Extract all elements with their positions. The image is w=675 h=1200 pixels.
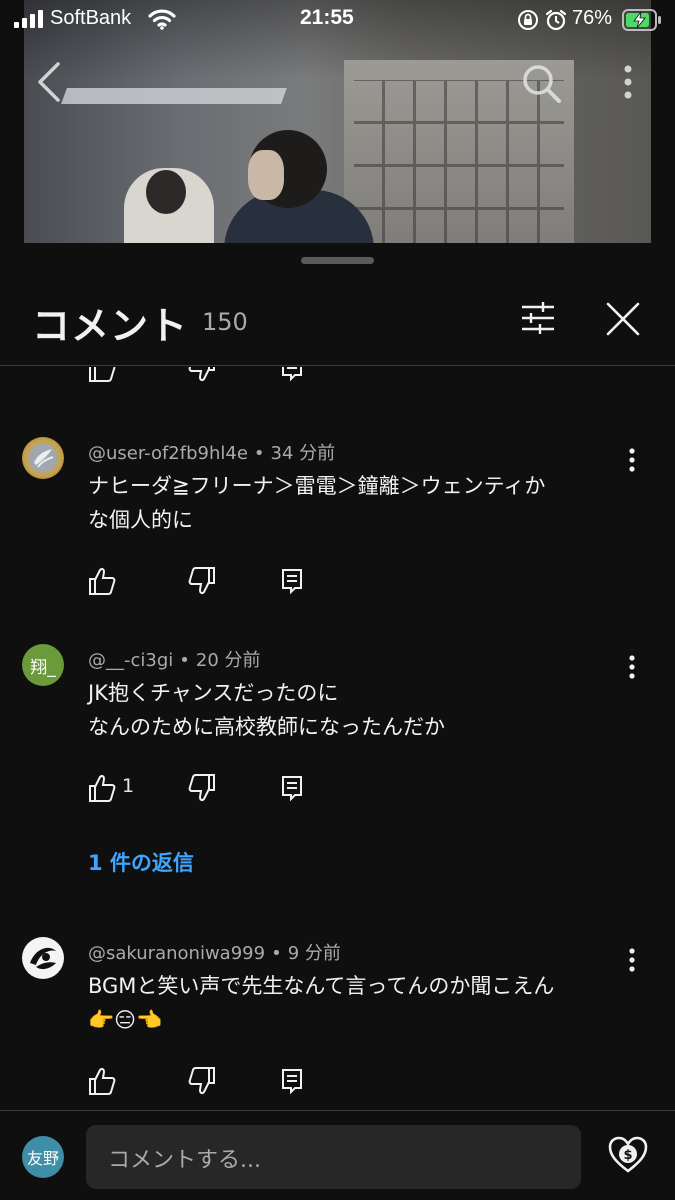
comment-line: ナヒーダ≧フリーナ＞雷電＞鐘離＞ウェンティか (88, 474, 546, 498)
video-frame-light (61, 88, 287, 104)
comment-actions (88, 1066, 348, 1096)
comment-time: 20 分前 (195, 650, 261, 671)
comments-panel: コメント 150 @user-of2fb9hl4e • 34 分前 ナヒーダ≧フ… (0, 243, 675, 1200)
avatar-initials: 翔_ (30, 657, 56, 678)
filter-icon[interactable] (519, 299, 557, 341)
alarm-icon (545, 9, 567, 31)
status-bar: SoftBank 21:55 76% (0, 0, 675, 40)
back-icon[interactable] (34, 60, 64, 108)
battery-percentage: 76% (572, 7, 613, 29)
comment-line: JK抱くチャンスだったのに (88, 681, 339, 705)
comment-text: BGMと笑い声で先生なんて言ってんのか聞こえん 👉😑👈 (88, 969, 628, 1037)
like-count: 1 (122, 775, 135, 797)
comment-line: BGMと笑い声で先生なんて言ってんのか聞こえん (88, 974, 555, 998)
status-time: 21:55 (300, 6, 354, 29)
previous-comment-actions (88, 367, 328, 387)
comment-text: JK抱くチャンスだったのに なんのために高校教師になったんだか (88, 676, 628, 744)
svg-text:$: $ (623, 1148, 632, 1163)
comment-meta: @user-of2fb9hl4e • 34 分前 (88, 439, 335, 465)
reply-icon[interactable] (281, 367, 305, 387)
comment-author[interactable]: @__-ci3gi (88, 650, 173, 671)
reply-icon[interactable] (281, 773, 305, 807)
reply-icon[interactable] (281, 1066, 305, 1100)
avatar[interactable] (22, 437, 64, 479)
meta-separator: • (271, 943, 282, 964)
comment-line: な個人的に (88, 508, 193, 532)
signal-icon (14, 10, 43, 28)
dislike-icon[interactable] (188, 1066, 216, 1100)
video-frame-person-head (146, 170, 186, 214)
header-divider (0, 365, 675, 366)
wifi-icon (148, 9, 176, 30)
comment-input[interactable]: コメントする... (86, 1125, 581, 1189)
reply-icon[interactable] (281, 566, 305, 600)
meta-separator: • (253, 443, 265, 464)
comment-line: 👉😑👈 (88, 1008, 163, 1032)
more-icon[interactable] (618, 64, 638, 104)
avatar[interactable] (22, 937, 64, 979)
comment-author[interactable]: @user-of2fb9hl4e (88, 443, 248, 464)
comment-author[interactable]: @sakuranoniwa999 (88, 943, 265, 964)
like-icon[interactable] (88, 566, 116, 600)
panel-title: コメント (32, 304, 189, 348)
orientation-lock-icon (518, 10, 538, 30)
drag-handle[interactable] (301, 257, 374, 264)
like-icon[interactable] (88, 773, 116, 807)
avatar[interactable]: 翔_ (22, 644, 64, 686)
meta-separator: • (179, 650, 190, 671)
search-icon[interactable] (520, 62, 562, 108)
battery-charging-icon (622, 9, 661, 31)
comment-meta: @sakuranoniwa999 • 9 分前 (88, 939, 341, 965)
comment-count: 150 (202, 308, 248, 336)
comment-time: 9 分前 (287, 943, 341, 964)
current-user-avatar: 友野 (22, 1136, 64, 1178)
like-icon[interactable] (88, 367, 116, 387)
video-frame-person-face (248, 150, 284, 200)
comment-time: 34 分前 (270, 443, 336, 464)
close-icon[interactable] (605, 301, 641, 341)
super-thanks-icon[interactable]: $ (608, 1136, 648, 1178)
comment-actions (88, 566, 348, 596)
dislike-icon[interactable] (188, 367, 216, 387)
comment-actions: 1 (88, 773, 348, 803)
comment-line: なんのために高校教師になったんだか (88, 715, 445, 739)
comment-meta: @__-ci3gi • 20 分前 (88, 646, 261, 672)
like-icon[interactable] (88, 1066, 116, 1100)
carrier-name: SoftBank (50, 7, 132, 29)
dislike-icon[interactable] (188, 566, 216, 600)
comment-text: ナヒーダ≧フリーナ＞雷電＞鐘離＞ウェンティか な個人的に (88, 469, 628, 537)
composer-divider (0, 1110, 675, 1111)
view-replies-link[interactable]: 1 件の返信 (88, 847, 194, 877)
avatar-initials: 友野 (26, 1149, 59, 1168)
dislike-icon[interactable] (188, 773, 216, 807)
